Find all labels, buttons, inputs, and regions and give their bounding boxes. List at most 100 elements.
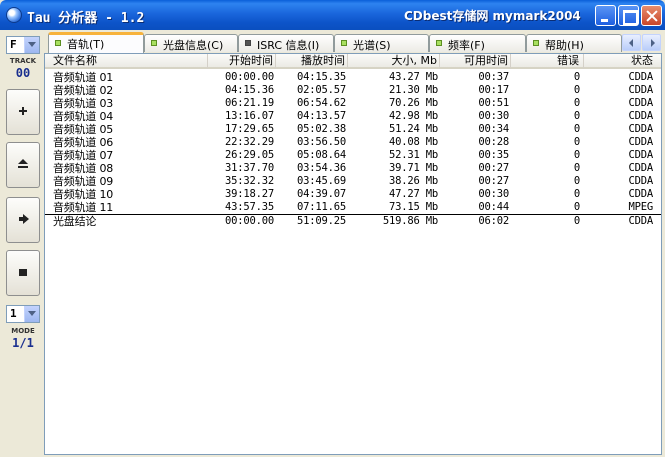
cell-available-time: 00:17 xyxy=(478,84,509,96)
cell-start-time: 06:21.19 xyxy=(225,97,274,109)
cell-start-time: 31:37.70 xyxy=(225,162,274,174)
cell-filename: 音频轨道 02 xyxy=(53,84,114,97)
cell-errors: 0 xyxy=(573,123,580,135)
table-row[interactable]: 音频轨道 01 00:00.00 04:15.35 43.27 Mb 00:37 0 CDD… xyxy=(45,71,661,84)
mode-select[interactable]: 1 xyxy=(6,305,40,323)
mode-select-value: 1 xyxy=(10,307,17,320)
cell-status: CDDA xyxy=(628,123,654,135)
tab-label: 帮助(H) xyxy=(545,39,584,52)
cell-play-time: 06:54.62 xyxy=(297,97,346,109)
column-header-errors[interactable]: 错误 xyxy=(511,54,584,69)
cell-errors: 0 xyxy=(573,71,580,83)
column-header-start[interactable]: 开始时间 xyxy=(208,54,276,69)
cell-errors: 0 xyxy=(573,110,580,122)
cell-play-time: 03:56.50 xyxy=(297,136,346,148)
track-number: 00 xyxy=(15,66,31,80)
cell-status: CDDA xyxy=(628,215,654,227)
chevron-down-icon[interactable] xyxy=(24,37,39,53)
cell-status: CDDA xyxy=(628,136,654,148)
cell-available-time: 00:27 xyxy=(478,162,509,174)
cell-errors: 0 xyxy=(573,84,580,96)
cell-size: 519.86 Mb xyxy=(382,215,438,227)
table-row[interactable]: 音频轨道 02 04:15.36 02:05.57 21.30 Mb 00:17 0 CDD… xyxy=(45,84,661,97)
cell-available-time: 00:37 xyxy=(478,71,509,83)
cell-start-time: 35:32.32 xyxy=(225,175,274,187)
cell-status: CDDA xyxy=(628,149,654,161)
tab-isrc-info[interactable]: ISRC 信息(I) xyxy=(238,34,334,52)
tab-label: 音轨(T) xyxy=(67,38,105,51)
table-row[interactable]: 音频轨道 05 17:29.65 05:02.38 51.24 Mb 00:34 0 CDD… xyxy=(45,123,661,136)
table-row[interactable]: 音频轨道 09 35:32.32 03:45.69 38.26 Mb 00:27 0 CDD… xyxy=(45,175,661,188)
column-header-filename[interactable]: 文件名称 xyxy=(45,54,208,69)
cell-size: 43.27 Mb xyxy=(389,71,438,83)
cell-play-time: 04:13.57 xyxy=(297,110,346,122)
table-row[interactable]: 音频轨道 07 26:29.05 05:08.64 52.31 Mb 00:35 0 CDD… xyxy=(45,149,661,162)
cell-available-time: 00:30 xyxy=(478,188,509,200)
cell-errors: 0 xyxy=(573,175,580,187)
cell-errors: 0 xyxy=(573,201,580,213)
table-row[interactable]: 音频轨道 08 31:37.70 03:54.36 39.71 Mb 00:27 0 CDD… xyxy=(45,162,661,175)
title-bar[interactable]: Tau 分析器 - 1.2 CDbest存储网 mymark2004 xyxy=(0,0,665,30)
tab-label: 光盘信息(C) xyxy=(163,39,224,52)
column-header-available[interactable]: 可用时间 xyxy=(440,54,511,69)
cell-available-time: 00:30 xyxy=(478,110,509,122)
cell-size: 21.30 Mb xyxy=(389,84,438,96)
tab-scroll xyxy=(622,34,662,51)
cell-size: 70.26 Mb xyxy=(389,97,438,109)
cell-errors: 0 xyxy=(573,188,580,200)
add-button[interactable] xyxy=(6,89,40,135)
cell-start-time: 00:00.00 xyxy=(225,215,274,227)
cell-filename: 音频轨道 04 xyxy=(53,110,114,123)
cell-size: 39.71 Mb xyxy=(389,162,438,174)
cell-available-time: 00:34 xyxy=(478,123,509,135)
track-label: TRACK xyxy=(9,57,37,65)
column-header-status[interactable]: 状态 xyxy=(584,54,661,69)
list-header: 文件名称 开始时间 播放时间 大小, Mb 可用时间 错误 状态 xyxy=(45,54,661,69)
drive-select[interactable]: F xyxy=(6,36,40,54)
summary-row[interactable]: 光盘结论 00:00.00 51:09.25 519.86 Mb 06:02 0 CDDA xyxy=(45,214,661,228)
column-header-play[interactable]: 播放时间 xyxy=(276,54,348,69)
cell-filename: 音频轨道 03 xyxy=(53,97,114,110)
tab-scroll-right-icon[interactable] xyxy=(642,34,661,51)
mode-value: 1/1 xyxy=(12,336,34,350)
column-header-size[interactable]: 大小, Mb xyxy=(348,54,440,69)
cell-available-time: 00:51 xyxy=(478,97,509,109)
window-title: Tau 分析器 - 1.2 xyxy=(27,11,145,26)
stop-button[interactable] xyxy=(6,250,40,296)
cell-start-time: 22:32.29 xyxy=(225,136,274,148)
cell-status: CDDA xyxy=(628,162,654,174)
track-list[interactable]: 文件名称 开始时间 播放时间 大小, Mb 可用时间 错误 状态 音频轨道 01… xyxy=(44,53,662,455)
cell-play-time: 05:08.64 xyxy=(297,149,346,161)
cell-status: CDDA xyxy=(628,71,654,83)
green-marker-icon xyxy=(55,40,61,46)
table-row[interactable]: 音频轨道 03 06:21.19 06:54.62 70.26 Mb 00:51 0 CDD… xyxy=(45,97,661,110)
cell-available-time: 00:44 xyxy=(478,201,509,213)
tab-scroll-left-icon[interactable] xyxy=(622,34,641,51)
tab-help[interactable]: 帮助(H) xyxy=(526,34,622,52)
tab-label: 光谱(S) xyxy=(353,39,391,52)
chevron-down-icon[interactable] xyxy=(24,306,39,322)
play-button[interactable] xyxy=(6,197,40,243)
tab-disc-info[interactable]: 光盘信息(C) xyxy=(144,34,238,52)
window-title-credit: CDbest存储网 mymark2004 xyxy=(404,9,581,23)
gray-marker-icon xyxy=(245,40,251,46)
table-row[interactable]: 音频轨道 04 13:16.07 04:13.57 42.98 Mb 00:30 0 CDD… xyxy=(45,110,661,123)
cell-start-time: 43:57.35 xyxy=(225,201,274,213)
minimize-button[interactable] xyxy=(595,5,616,26)
cell-start-time: 39:18.27 xyxy=(225,188,274,200)
cell-filename: 音频轨道 08 xyxy=(53,162,114,175)
tab-spectrum[interactable]: 光谱(S) xyxy=(334,34,429,52)
table-row[interactable]: 音频轨道 06 22:32.29 03:56.50 40.08 Mb 00:28 0 CDD… xyxy=(45,136,661,149)
cell-available-time: 00:28 xyxy=(478,136,509,148)
cell-filename: 音频轨道 05 xyxy=(53,123,114,136)
tab-frequency[interactable]: 频率(F) xyxy=(429,34,526,52)
eject-button[interactable] xyxy=(6,142,40,188)
play-icon xyxy=(7,198,39,242)
app-icon[interactable] xyxy=(6,7,22,23)
tab-tracks[interactable]: 音轨(T) xyxy=(48,32,144,53)
maximize-button[interactable] xyxy=(618,5,639,26)
drive-select-value: F xyxy=(10,38,17,51)
table-row[interactable]: 音频轨道 11 43:57.35 07:11.65 73.15 Mb 00:44 0 MPE… xyxy=(45,201,661,214)
close-button[interactable] xyxy=(641,5,662,26)
table-row[interactable]: 音频轨道 10 39:18.27 04:39.07 47.27 Mb 00:30 0 CDD… xyxy=(45,188,661,201)
